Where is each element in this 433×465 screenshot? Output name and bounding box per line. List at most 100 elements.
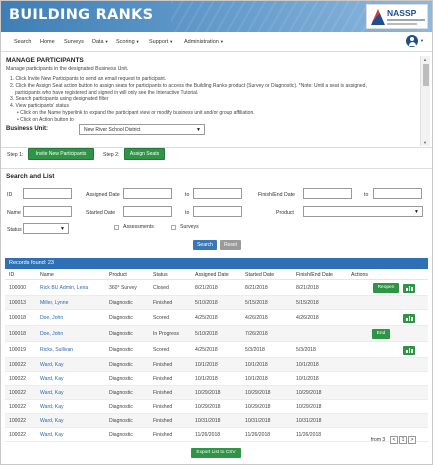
column-header-status[interactable]: Status [153,272,168,278]
nav-administration[interactable]: Administration▼ [184,39,224,45]
nav-search[interactable]: Search [14,39,31,45]
participant-name-link[interactable]: Doe, John [40,315,63,321]
participant-name-link[interactable]: Ward, Kay [40,376,64,382]
search-button[interactable]: Search [193,240,217,250]
user-menu-button[interactable]: ▼ [406,35,426,48]
nav-scoring[interactable]: Scoring▼ [116,39,140,45]
cell-assigned: 8/21/2018 [195,285,218,291]
started-date-to-input[interactable] [193,206,242,217]
invite-new-participants-button[interactable]: Invite New Participants [28,148,94,160]
page-subtitle: Manage participants in the designated Bu… [6,66,129,72]
finish-date-to-input[interactable] [373,188,422,199]
scroll-down-icon[interactable]: ▼ [423,140,427,145]
participant-name-link[interactable]: Ward, Kay [40,362,64,368]
instruction-step: 1. Click Invite New Participants to send… [10,76,167,82]
score-report-chart-icon[interactable] [403,283,415,293]
end-button[interactable]: End [372,329,390,339]
cell-status: Finished [153,362,173,368]
table-row: 100022 Ward, Kay Diagnostic Finished 10/29/2… [5,386,428,400]
cell-status: Closed [153,285,169,291]
column-header-name[interactable]: Name [40,272,54,278]
instructions-scrollbar[interactable]: ▲ ▼ [420,56,430,146]
id-label: ID [7,192,13,198]
assigned-date-to-input[interactable] [193,188,242,199]
cell-finish: 5/3/2018 [296,347,316,353]
participant-name-link[interactable]: Ward, Kay [40,418,64,424]
nassp-mark-icon [371,9,385,25]
instruction-step: 2. Click the Assign Seat action button t… [10,82,367,89]
chevron-down-icon: ▼ [196,127,201,133]
surveys-checkbox[interactable] [171,225,176,230]
cell-started: 10/29/2018 [245,404,271,410]
status-select[interactable]: ▼ [23,223,69,234]
assessments-checkbox[interactable] [114,225,119,230]
column-header-assigned-date[interactable]: Assigned Date [195,272,229,278]
to-label: to [185,210,190,216]
to-label: to [364,192,369,198]
cell-status: Finished [153,300,173,306]
nav-surveys[interactable]: Surveys [64,39,84,45]
participant-name-link[interactable]: Ward, Kay [40,404,64,410]
cell-assigned: 10/29/2018 [195,390,221,396]
column-header-product[interactable]: Product [109,272,127,278]
cell-assigned: 10/31/2018 [195,418,221,424]
nassp-logo[interactable]: NASSP [366,4,428,29]
page-number-input[interactable]: 1 [399,436,407,444]
participant-name-link[interactable]: Rick BU Admin, Lena [40,285,88,291]
column-header-finish-end-date[interactable]: Finish/End Date [296,272,333,278]
cell-id: 100022 [9,404,26,410]
scroll-up-icon[interactable]: ▲ [423,57,427,62]
page-title: MANAGE PARTICIPANTS [6,57,84,64]
next-page-button[interactable]: > [408,436,416,444]
cell-status: Finished [153,432,173,438]
participant-name-link[interactable]: Doe, John [40,331,63,337]
scrollbar-thumb[interactable] [423,64,429,86]
nav-data[interactable]: Data▼ [92,39,109,45]
cell-product: Diagnostic [109,376,133,382]
name-input[interactable] [23,206,72,217]
export-csv-button[interactable]: Export List to CSV [191,448,241,458]
nav-support[interactable]: Support▼ [149,39,173,45]
logo-tagline-2 [387,23,417,25]
cell-product: Diagnostic [109,390,133,396]
logo-tagline [387,19,425,21]
cell-id: 100013 [9,300,26,306]
app-title: BUILDING RANKS [9,7,154,23]
score-report-chart-icon[interactable] [403,313,415,323]
participant-name-link[interactable]: Miller, Lynne [40,300,68,306]
business-unit-select[interactable]: New River School District ▼ [79,124,205,135]
cell-id: 100022 [9,362,26,368]
assign-seats-button[interactable]: Assign Seats [124,148,165,160]
column-header-id[interactable]: ID [9,272,14,278]
finish-end-date-label: Finish/End Date [258,192,295,198]
instructions-panel: MANAGE PARTICIPANTS Manage participants … [1,55,432,148]
chevron-down-icon: ▼ [135,39,140,44]
participant-name-link[interactable]: Ricks, Sullivan [40,347,73,353]
cell-id: 100022 [9,418,26,424]
search-section-title: Search and List [6,173,55,180]
instruction-step: 3. Search participants using designated … [10,96,109,103]
step1-label: Step 1: [7,152,24,158]
finish-date-from-input[interactable] [303,188,352,199]
started-date-from-input[interactable] [123,206,172,217]
instruction-step: 4. View participants' status [10,103,69,110]
participant-name-link[interactable]: Ward, Kay [40,432,64,438]
instruction-steps: 1. Click Invite New Participants to send… [10,76,414,124]
table-row: 100018 Doe, John Diagnostic In Progress 5/10… [5,326,428,342]
cell-assigned: 11/26/2018 [195,432,221,438]
column-header-started-date[interactable]: Started Date [245,272,274,278]
product-select[interactable]: ▼ [303,206,423,217]
cell-finish: 10/1/2018 [296,376,319,382]
chevron-down-icon: ▼ [414,209,419,215]
reset-button[interactable]: Reset [220,240,241,250]
prev-page-button[interactable]: < [390,436,398,444]
assigned-date-from-input[interactable] [123,188,172,199]
participant-name-link[interactable]: Ward, Kay [40,390,64,396]
reopen-button[interactable]: Reopen [373,283,399,293]
score-report-chart-icon[interactable] [403,345,415,355]
nav-home[interactable]: Home [40,39,55,45]
name-label: Name [7,210,21,216]
surveys-label: Surveys [180,224,199,230]
id-input[interactable] [23,188,72,199]
cell-started: 10/29/2018 [245,390,271,396]
